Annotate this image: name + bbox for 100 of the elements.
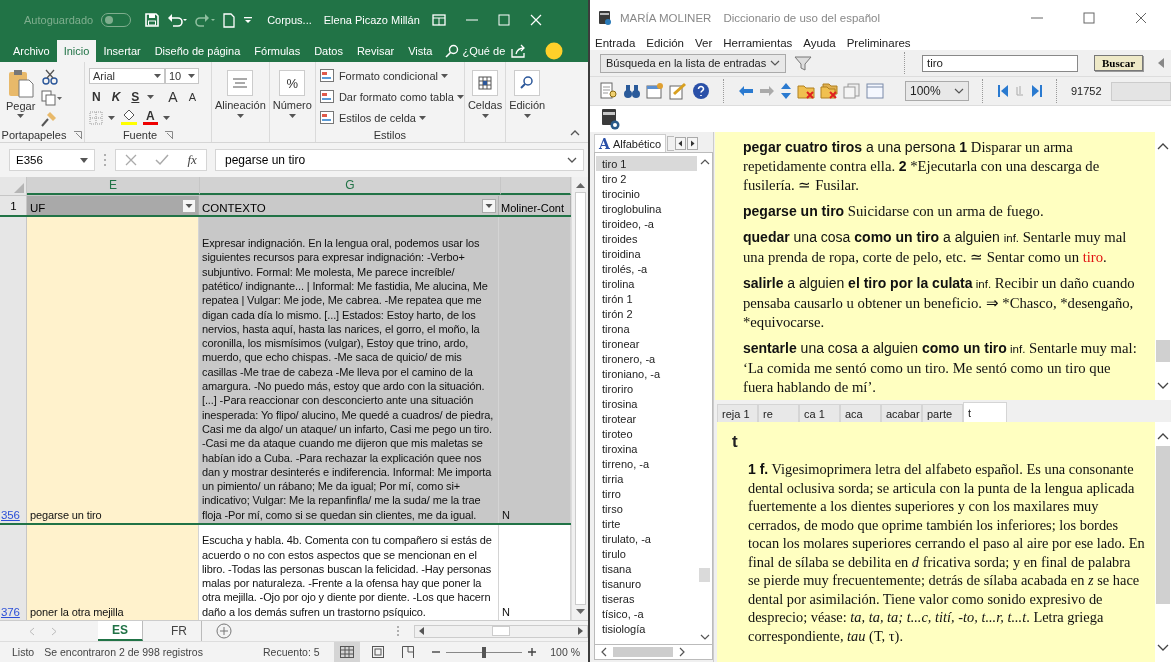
last-entry-icon[interactable]: [1031, 84, 1043, 98]
menu-item[interactable]: Edición: [646, 37, 684, 49]
scroll-right-icon[interactable]: [576, 627, 584, 635]
caret-icon[interactable]: [108, 115, 115, 120]
entry-number-field[interactable]: [1110, 81, 1171, 101]
search-icon[interactable]: [445, 44, 460, 58]
redo-icon[interactable]: [195, 13, 216, 27]
zoom-level[interactable]: 100 %: [550, 646, 580, 658]
row-number[interactable]: 376: [0, 525, 27, 620]
column-header[interactable]: [501, 177, 571, 195]
search-button[interactable]: Buscar: [1094, 55, 1143, 71]
word-list-item[interactable]: tirro: [596, 486, 697, 501]
tell-me-field[interactable]: ¿Qué de: [462, 40, 506, 62]
word-list-item[interactable]: tirosina: [596, 396, 697, 411]
word-list-item[interactable]: tirocinio: [596, 186, 697, 201]
word-list-item[interactable]: tirreno, -a: [596, 456, 697, 471]
zoom-out-icon[interactable]: [431, 648, 440, 656]
edit-icon[interactable]: [669, 82, 687, 100]
scroll-left-icon[interactable]: [601, 647, 607, 657]
scrollbar-thumb[interactable]: [1156, 446, 1170, 604]
paste-button[interactable]: Pegar: [4, 66, 38, 127]
font-size-dropdown[interactable]: 10: [165, 67, 199, 84]
scroll-up-icon[interactable]: [575, 182, 585, 188]
undo-icon[interactable]: [167, 13, 188, 27]
dialog-launcher-icon[interactable]: [165, 130, 174, 139]
maximize-icon[interactable]: [1083, 12, 1095, 24]
word-list-item[interactable]: tiro 2: [596, 171, 697, 186]
scrollbar-thumb[interactable]: [1156, 340, 1170, 362]
collapse-arrow-icon[interactable]: [1157, 58, 1165, 68]
sheet-tab[interactable]: ES: [98, 621, 143, 641]
scroll-up-icon[interactable]: [699, 159, 710, 165]
name-box[interactable]: E356: [9, 149, 95, 171]
word-list-item[interactable]: tiroglobulina: [596, 201, 697, 216]
cancel-icon[interactable]: [125, 154, 138, 166]
cells-button[interactable]: Celdas: [467, 70, 503, 118]
word-list-item[interactable]: tirria: [596, 471, 697, 486]
history-tab[interactable]: t: [963, 402, 1007, 422]
word-list-item[interactable]: tirón 2: [596, 306, 697, 321]
underline-button[interactable]: S: [128, 89, 143, 104]
word-list-item[interactable]: tirulo: [596, 546, 697, 561]
word-list-item[interactable]: tiseras: [596, 591, 697, 606]
word-list-item[interactable]: tisanuro: [596, 576, 697, 591]
menu-item[interactable]: Herramientas: [723, 37, 793, 49]
add-sheet-icon[interactable]: [216, 623, 232, 639]
scroll-left-icon[interactable]: [418, 627, 426, 635]
editing-button[interactable]: Edición: [509, 70, 546, 118]
normal-view-button[interactable]: [333, 642, 361, 662]
filter-dropdown-icon[interactable]: [182, 199, 196, 213]
word-list-item[interactable]: tirulato, -a: [596, 531, 697, 546]
menu-item[interactable]: Entrada: [595, 37, 636, 49]
dialog-launcher-icon[interactable]: [74, 130, 83, 139]
column-header[interactable]: E: [27, 177, 200, 195]
word-list-item[interactable]: tirotear: [596, 411, 697, 426]
scroll-right-icon[interactable]: [679, 647, 685, 657]
help-icon[interactable]: [692, 82, 710, 100]
table-row[interactable]: [0, 525, 571, 620]
word-list-item[interactable]: tirolina: [596, 276, 697, 291]
scroll-down-icon[interactable]: [1157, 644, 1169, 652]
word-list-item[interactable]: tiroriro: [596, 381, 697, 396]
document-search-icon[interactable]: [600, 82, 618, 100]
ribbon-tab[interactable]: Vista: [401, 40, 440, 62]
word-list-item[interactable]: tiroteo: [596, 426, 697, 441]
styles-menu-button[interactable]: Estilos de celda: [319, 108, 460, 127]
share-icon[interactable]: [511, 44, 528, 58]
history-tab[interactable]: re: [758, 404, 799, 422]
copy-icon[interactable]: [41, 90, 64, 106]
menu-item[interactable]: Ayuda: [803, 37, 836, 49]
font-color-button[interactable]: A: [143, 110, 158, 125]
sheet-tab[interactable]: FR: [157, 621, 202, 641]
number-format-button[interactable]: % Número: [272, 70, 312, 118]
alignment-button[interactable]: Alineación: [215, 70, 266, 118]
word-list-item[interactable]: tironear: [596, 336, 697, 351]
ribbon-tab[interactable]: Archivo: [6, 40, 57, 62]
scrollbar-thumb[interactable]: [613, 647, 673, 657]
search-field[interactable]: tiro: [921, 54, 1078, 72]
ribbon-tab[interactable]: Revisar: [349, 40, 402, 62]
word-list-item[interactable]: tiroxina: [596, 441, 697, 456]
table-row[interactable]: [0, 217, 571, 525]
grow-font-button[interactable]: A: [165, 88, 181, 105]
word-list-item[interactable]: tironero, -a: [596, 351, 697, 366]
scroll-up-icon[interactable]: [1157, 142, 1169, 150]
menu-item[interactable]: Preliminares: [846, 37, 911, 49]
word-list-item[interactable]: tiroidina: [596, 246, 697, 261]
zoom-dropdown[interactable]: 100%: [905, 81, 969, 101]
vertical-scrollbar[interactable]: [571, 177, 588, 620]
font-name-dropdown[interactable]: Arial: [89, 67, 165, 84]
word-list-item[interactable]: tironiano, -a: [596, 366, 697, 381]
word-list-item[interactable]: tirón 1: [596, 291, 697, 306]
window-settings-icon[interactable]: [646, 82, 664, 100]
ribbon-tab[interactable]: Diseño de página: [147, 40, 248, 62]
index-tab[interactable]: A Alfabético: [594, 134, 667, 152]
dictionary-icon[interactable]: [600, 108, 620, 130]
folder-delete-icon[interactable]: [797, 83, 815, 99]
word-list-item[interactable]: tiro 1: [596, 156, 697, 171]
collapse-ribbon-icon[interactable]: [570, 130, 580, 136]
ribbon-tab[interactable]: Fórmulas: [247, 40, 308, 62]
scroll-down-icon[interactable]: [699, 634, 710, 640]
caret-icon[interactable]: [162, 115, 170, 120]
scroll-down-icon[interactable]: [575, 609, 585, 615]
word-list-item[interactable]: tísico, -a: [596, 606, 697, 621]
